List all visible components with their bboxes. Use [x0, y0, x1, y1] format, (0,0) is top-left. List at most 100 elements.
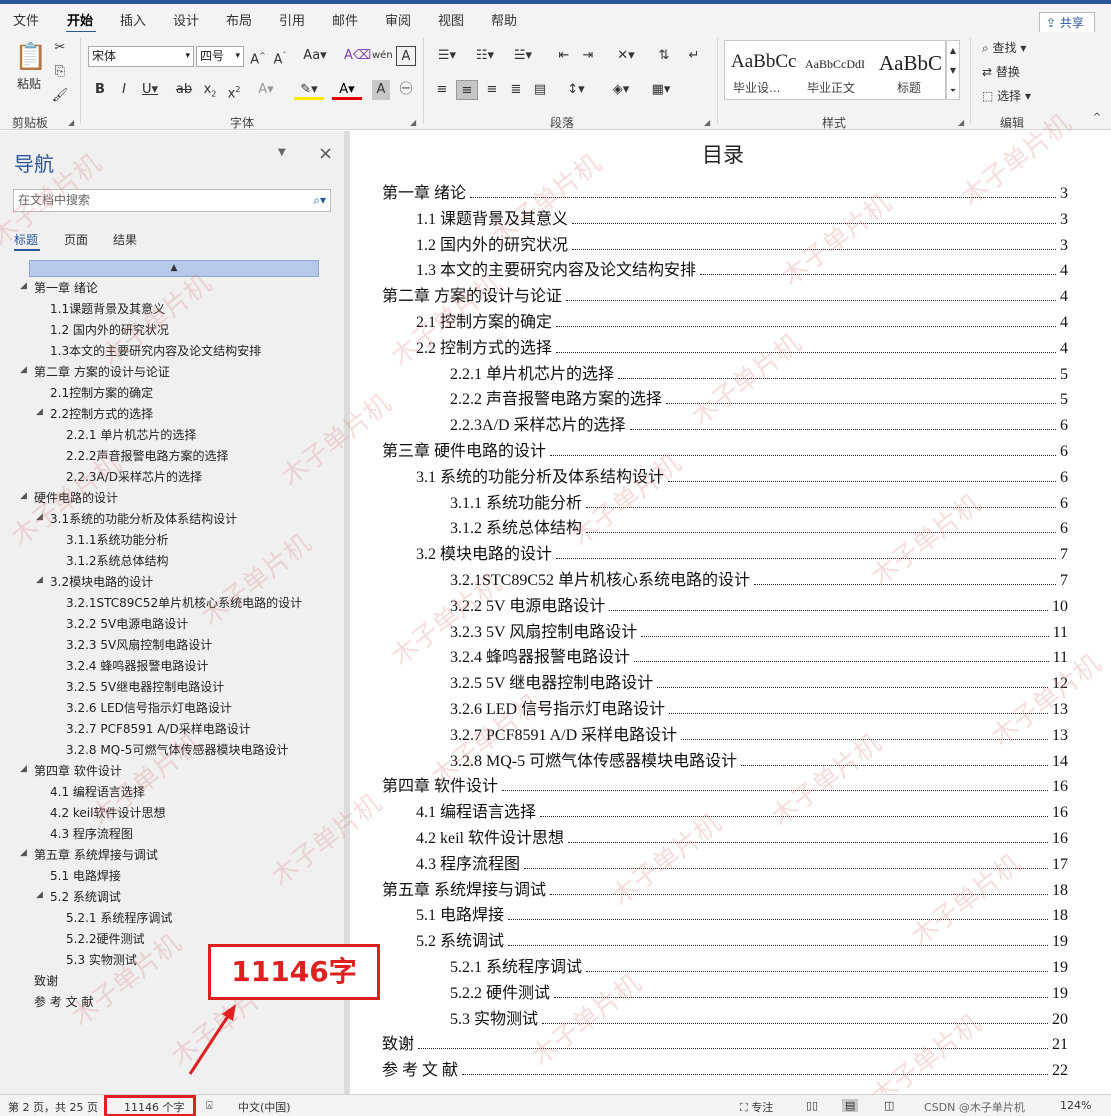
italic-icon[interactable]: I	[116, 80, 132, 100]
expand-toggle-icon[interactable]: ◢	[36, 512, 43, 522]
tab-results[interactable]: 结果	[113, 231, 137, 248]
bold-icon[interactable]: B	[92, 80, 108, 100]
strikethrough-icon[interactable]: ab	[174, 80, 194, 100]
nav-heading-item[interactable]: 2.2.3A/D采样芯片的选择	[66, 468, 202, 485]
toc-entry[interactable]: 3.2.5 5V 继电器控制电路设计 12	[450, 669, 1068, 693]
styles-dialog-launcher-icon[interactable]: ◢	[958, 118, 964, 127]
read-mode-icon[interactable]: ▯▯	[806, 1099, 818, 1112]
tab-pages[interactable]: 页面	[64, 231, 88, 248]
proofing-icon[interactable]: ⍓	[206, 1099, 213, 1113]
select-button[interactable]: ⬚ 选择 ▾	[982, 86, 1042, 106]
share-button[interactable]: ⇪ 共享	[1039, 12, 1095, 34]
line-spacing-icon[interactable]: ↕▾	[560, 80, 592, 100]
nav-heading-item[interactable]: 第一章 绪论	[34, 279, 98, 296]
format-painter-icon[interactable]: 🖌	[50, 86, 70, 106]
toc-entry[interactable]: 3.2.1STC89C52 单片机核心系统电路的设计 7	[450, 566, 1068, 590]
nav-heading-item[interactable]: 4.3 程序流程图	[50, 825, 133, 842]
chinese-layout-icon[interactable]: ✕▾	[610, 46, 642, 66]
expand-toggle-icon[interactable]: ◢	[36, 890, 43, 900]
highlight-icon[interactable]: ✎▾	[294, 80, 324, 100]
menu-item[interactable]: 帮助	[491, 10, 517, 29]
print-layout-icon[interactable]: ▤	[842, 1099, 859, 1112]
menu-item[interactable]: 布局	[226, 10, 252, 29]
nav-heading-item[interactable]: 2.2控制方式的选择	[50, 405, 153, 422]
text-effects-icon[interactable]: A▾	[254, 80, 278, 100]
toc-entry[interactable]: 3.2.2 5V 电源电路设计 10	[450, 592, 1068, 616]
menu-item[interactable]: 插入	[120, 10, 146, 29]
toc-entry[interactable]: 3.1.1 系统功能分析 6	[450, 489, 1068, 513]
nav-heading-item[interactable]: 3.2.4 蜂鸣器报警电路设计	[66, 657, 208, 674]
expand-toggle-icon[interactable]: ◢	[20, 764, 27, 774]
expand-toggle-icon[interactable]: ◢	[36, 575, 43, 585]
paragraph-dialog-launcher-icon[interactable]: ◢	[704, 118, 710, 127]
show-marks-icon[interactable]: ↵	[684, 46, 704, 66]
nav-heading-item[interactable]: 3.2模块电路的设计	[50, 573, 153, 590]
styles-scroll-icon[interactable]: ▲ ▼ ⏷	[946, 40, 960, 100]
nav-heading-item[interactable]: 3.2.8 MQ-5可燃气体传感器模块电路设计	[66, 741, 288, 758]
cut-icon[interactable]: ✂	[50, 38, 70, 58]
toc-entry[interactable]: 3.1.2 系统总体结构 6	[450, 514, 1068, 538]
toc-entry[interactable]: 3.2 模块电路的设计 7	[416, 540, 1068, 564]
find-button[interactable]: ⌕ 查找 ▾	[982, 38, 1042, 58]
shrink-font-icon[interactable]: Aˇ	[270, 46, 290, 67]
nav-heading-item[interactable]: 5.2.1 系统程序调试	[66, 909, 172, 926]
toc-entry[interactable]: 3.2.6 LED 信号指示灯电路设计 13	[450, 695, 1068, 719]
style-heading[interactable]: AaBbC 标题	[875, 45, 947, 97]
toc-entry[interactable]: 第五章 系统焊接与调试 18	[382, 876, 1068, 900]
language[interactable]: 中文(中国)	[238, 1099, 291, 1115]
toc-entry[interactable]: 第三章 硬件电路的设计 6	[382, 437, 1068, 461]
nav-heading-item[interactable]: 3.1系统的功能分析及体系结构设计	[50, 510, 237, 527]
align-right-icon[interactable]: ≡	[482, 80, 502, 100]
nav-heading-item[interactable]: 3.2.1STC89C52单片机核心系统电路的设计	[66, 594, 302, 611]
nav-heading-item[interactable]: 2.1控制方案的确定	[50, 384, 153, 401]
expand-toggle-icon[interactable]: ◢	[20, 365, 27, 375]
toc-entry[interactable]: 致谢 21	[382, 1030, 1068, 1054]
menu-item[interactable]: 设计	[173, 10, 199, 29]
toc-entry[interactable]: 参 考 文 献 22	[382, 1056, 1068, 1080]
nav-heading-item[interactable]: 4.1 编程语言选择	[50, 783, 145, 800]
align-center-icon[interactable]: ≡	[456, 80, 478, 100]
toc-entry[interactable]: 第二章 方案的设计与论证 4	[382, 282, 1068, 306]
nav-heading-item[interactable]: 参 考 文 献	[34, 993, 93, 1010]
toc-entry[interactable]: 5.3 实物测试 20	[450, 1005, 1068, 1029]
toc-entry[interactable]: 第一章 绪论 3	[382, 179, 1068, 203]
paste-button[interactable]: 粘贴	[12, 74, 46, 94]
distributed-icon[interactable]: ▤	[530, 80, 550, 100]
toc-entry[interactable]: 2.2.1 单片机芯片的选择 5	[450, 360, 1068, 384]
menu-item[interactable]: 文件	[13, 10, 39, 29]
justify-icon[interactable]: ≣	[506, 80, 526, 100]
align-left-icon[interactable]: ≡	[432, 80, 452, 100]
toc-entry[interactable]: 2.1 控制方案的确定 4	[416, 308, 1068, 332]
nav-search-input[interactable]: 在文档中搜索 ⌕▾	[13, 189, 331, 212]
nav-heading-item[interactable]: 3.2.5 5V继电器控制电路设计	[66, 678, 224, 695]
borders-icon[interactable]: ▦▾	[644, 80, 678, 100]
toc-entry[interactable]: 4.1 编程语言选择 16	[416, 798, 1068, 822]
copy-icon[interactable]: ⎘	[50, 62, 70, 82]
menu-item[interactable]: 邮件	[332, 10, 358, 29]
nav-heading-item[interactable]: 3.2.7 PCF8591 A/D采样电路设计	[66, 720, 251, 737]
enclose-char-icon[interactable]: ㊀	[396, 80, 416, 100]
increase-indent-icon[interactable]: ⇥	[578, 46, 598, 66]
expand-toggle-icon[interactable]: ◢	[36, 407, 43, 417]
menu-item[interactable]: 视图	[438, 10, 464, 29]
zoom-level[interactable]: 124%	[1060, 1099, 1091, 1112]
decrease-indent-icon[interactable]: ⇤	[554, 46, 574, 66]
toc-entry[interactable]: 2.2.3A/D 采样芯片的选择 6	[450, 411, 1068, 435]
search-icon[interactable]: ⌕▾	[313, 190, 326, 211]
numbering-icon[interactable]: ☷▾	[470, 46, 500, 66]
tab-headings[interactable]: 标题	[14, 231, 38, 248]
char-border-icon[interactable]: A	[396, 46, 416, 66]
toc-entry[interactable]: 4.3 程序流程图 17	[416, 850, 1068, 874]
nav-heading-item[interactable]: 硬件电路的设计	[34, 489, 118, 506]
nav-heading-item[interactable]: 2.2.1 单片机芯片的选择	[66, 426, 196, 443]
nav-heading-item[interactable]: 1.3本文的主要研究内容及论文结构安排	[50, 342, 261, 359]
toc-entry[interactable]: 2.2.2 声音报警电路方案的选择 5	[450, 385, 1068, 409]
nav-options-icon[interactable]: ▼	[278, 147, 286, 158]
toc-entry[interactable]: 1.3 本文的主要研究内容及论文结构安排 4	[416, 256, 1068, 280]
nav-heading-item[interactable]: 1.1课题背景及其意义	[50, 300, 165, 317]
change-case-icon[interactable]: Aa▾	[300, 46, 330, 66]
close-icon[interactable]: ×	[318, 143, 333, 164]
sort-icon[interactable]: ⇅	[654, 46, 674, 66]
clipboard-dialog-launcher-icon[interactable]: ◢	[68, 118, 74, 127]
subscript-icon[interactable]: x2	[200, 80, 220, 100]
